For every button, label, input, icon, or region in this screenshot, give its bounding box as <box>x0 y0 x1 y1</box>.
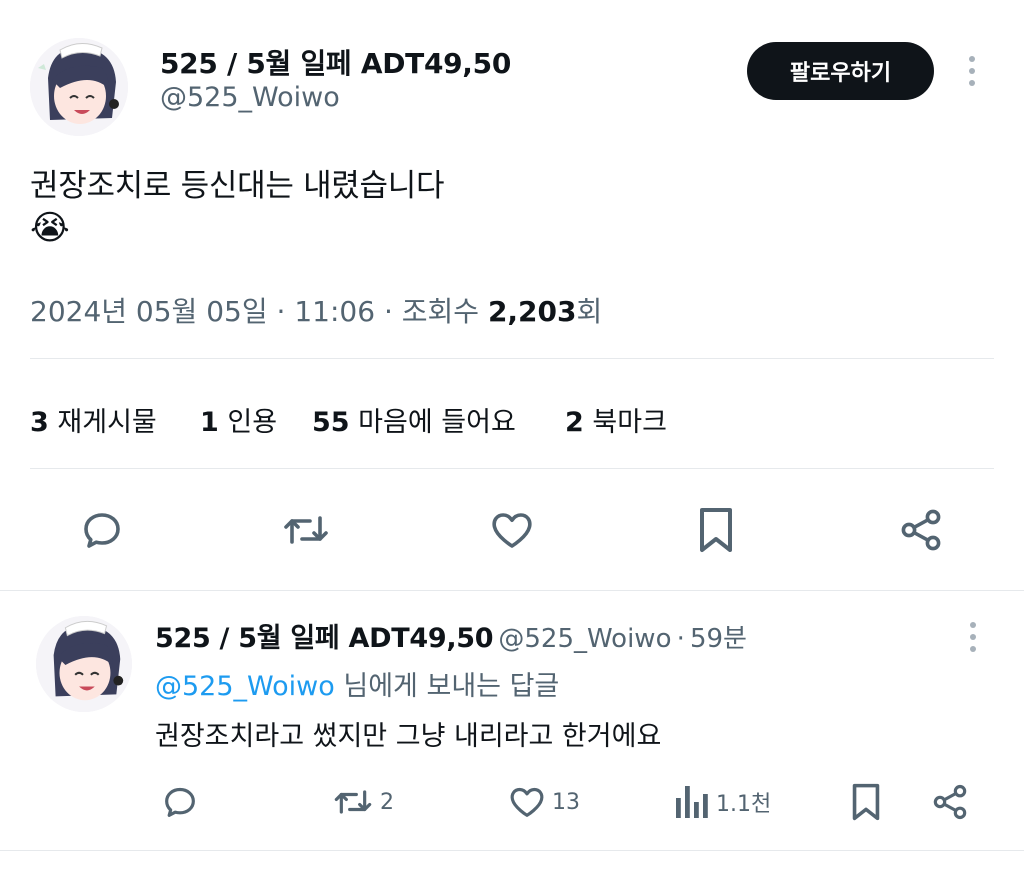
views-label: 조회수 <box>401 295 480 328</box>
retweet-count: 2 <box>380 789 394 815</box>
bookmark-icon[interactable] <box>694 504 738 556</box>
reply-text: 권장조치라고 썼지만 그냥 내리라고 한거에요 <box>155 721 662 752</box>
separator: · <box>676 624 685 654</box>
reply-author-name[interactable]: 525 / 5월 일페 ADT49,50 <box>155 623 494 654</box>
follow-button[interactable]: 팔로우하기 <box>747 42 934 100</box>
reply-retweet-action[interactable]: 2 <box>330 782 394 822</box>
replying-mention[interactable]: @525_Woiwo <box>155 671 335 702</box>
retweet-icon[interactable] <box>280 506 332 554</box>
share-icon[interactable] <box>897 506 945 554</box>
heart-icon[interactable] <box>487 506 537 554</box>
quotes-count: 1 <box>200 407 219 438</box>
reply-icon[interactable] <box>78 506 126 554</box>
divider <box>30 358 994 359</box>
bottom-divider <box>0 850 1024 851</box>
tweet-text: 권장조치로 등신대는 내렸습니다 <box>30 168 445 204</box>
section-divider <box>0 590 1024 591</box>
tweet-timestamp: 2024년 05월 05일 · 11:06 · 조회수 2,203회 <box>30 290 602 330</box>
reposts-count: 3 <box>30 407 49 438</box>
reply-avatar[interactable] <box>36 616 132 712</box>
divider <box>30 468 994 469</box>
tweet-date[interactable]: 2024년 05월 05일 <box>30 295 268 328</box>
separator: · <box>383 295 393 328</box>
reply-author-handle[interactable]: @525_Woiwo <box>498 624 671 654</box>
reposts-label: 재게시물 <box>57 407 157 438</box>
heart-icon <box>506 782 548 822</box>
tweet-time[interactable]: 11:06 <box>294 295 375 328</box>
crying-emoji: 😭 <box>30 208 70 248</box>
reply-header: 525 / 5월 일페 ADT49,50 @525_Woiwo · 59분 <box>155 616 747 655</box>
likes-count: 55 <box>312 407 350 438</box>
likes-label: 마음에 들어요 <box>358 407 516 438</box>
retweet-icon <box>330 782 376 822</box>
views-suffix: 회 <box>576 295 603 328</box>
replying-suffix: 님에게 보내는 답글 <box>343 671 560 702</box>
likes-stat[interactable]: 55 마음에 들어요 <box>312 400 516 439</box>
author-handle[interactable]: @525_Woiwo <box>160 82 340 113</box>
bookmarks-count: 2 <box>565 407 584 438</box>
views-count: 1.1천 <box>716 792 772 817</box>
reply-more-icon[interactable] <box>970 622 980 656</box>
avatar[interactable] <box>30 38 128 136</box>
quotes-label: 인용 <box>227 407 278 438</box>
reply-like-action[interactable]: 13 <box>506 782 580 822</box>
reposts-stat[interactable]: 3 재게시물 <box>30 400 157 439</box>
reply-views-action[interactable]: 1.1천 <box>674 782 771 822</box>
replying-to: @525_Woiwo 님에게 보내는 답글 <box>155 664 559 703</box>
bookmark-icon[interactable] <box>848 780 884 824</box>
like-count: 13 <box>552 789 580 815</box>
bookmarks-label: 북마크 <box>592 407 667 438</box>
author-display-name[interactable]: 525 / 5월 일페 ADT49,50 <box>160 42 511 82</box>
share-icon[interactable] <box>930 782 970 822</box>
reply-icon[interactable] <box>160 782 200 822</box>
views-count: 2,203 <box>487 295 577 328</box>
quotes-stat[interactable]: 1 인용 <box>200 400 277 439</box>
more-icon[interactable] <box>969 56 979 90</box>
analytics-icon <box>674 782 710 822</box>
reply-time[interactable]: 59분 <box>690 624 747 654</box>
bookmarks-stat[interactable]: 2 북마크 <box>565 400 667 439</box>
separator: · <box>276 295 286 328</box>
